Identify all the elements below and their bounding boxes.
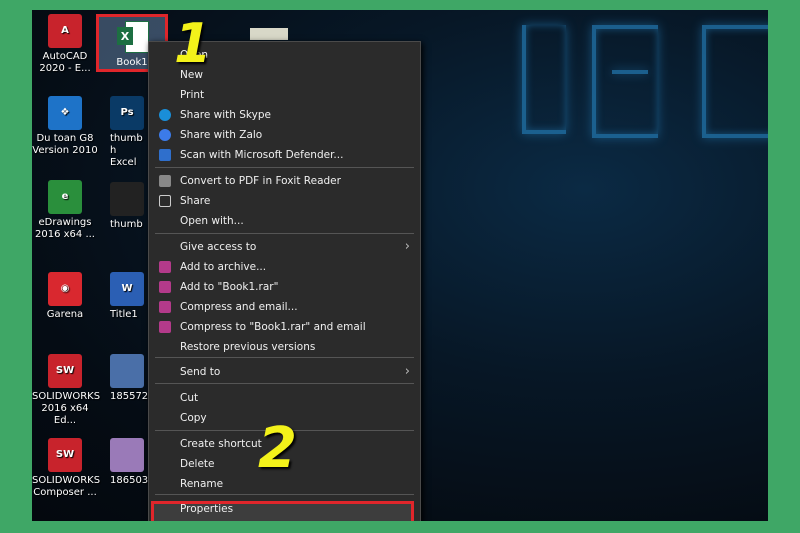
desktop-icon[interactable]: SW SOLIDWORKS 2016 x64 Ed... xyxy=(32,354,101,427)
menu-item-share-with-zalo[interactable]: Share with Zalo xyxy=(149,125,420,145)
menu-separator xyxy=(155,494,414,495)
desktop-icon[interactable]: Ps thumb h Excel xyxy=(100,96,148,169)
desktop-icon[interactable]: thumb xyxy=(100,182,148,231)
menu-item-label: Restore previous versions xyxy=(180,341,316,353)
menu-item-label: Compress and email... xyxy=(180,301,298,313)
image-185-icon xyxy=(110,354,144,388)
foxit-icon xyxy=(159,175,171,187)
chevron-right-icon: › xyxy=(404,239,410,254)
du-toan-icon: ❖ xyxy=(48,96,82,130)
desktop-icon[interactable]: ❖ Du toan G8 Version 2010 xyxy=(32,96,98,157)
skype-icon xyxy=(159,109,171,121)
menu-item-label: Open with... xyxy=(180,215,244,227)
desktop-icon[interactable]: 18650329 xyxy=(100,438,148,487)
desktop-icon-label: SOLIDWORKS 2016 x64 Ed... xyxy=(32,391,101,426)
menu-item-label: Share with Skype xyxy=(180,109,271,121)
menu-item-label: Properties xyxy=(180,503,234,515)
menu-item-share-with-skype[interactable]: Share with Skype xyxy=(149,105,420,125)
autocad-icon: A xyxy=(48,14,82,48)
menu-item-label: Create shortcut xyxy=(180,438,262,450)
desktop-icon[interactable]: SW SOLIDWORKS Composer ... xyxy=(32,438,101,499)
menu-item-compress-and-email[interactable]: Compress and email... xyxy=(149,297,420,317)
solidworks-icon: SW xyxy=(48,354,82,388)
menu-separator xyxy=(155,357,414,358)
desktop-icon-label: SOLIDWORKS Composer ... xyxy=(32,475,101,498)
menu-item-scan-with-microsoft-defender[interactable]: Scan with Microsoft Defender... xyxy=(149,145,420,165)
desktop-icon[interactable]: 18557204 xyxy=(100,354,148,403)
menu-item-properties[interactable]: Properties xyxy=(149,499,420,519)
thumb-icon xyxy=(110,182,144,216)
menu-item-label: Print xyxy=(180,89,205,101)
desktop-icon-label: Du toan G8 Version 2010 xyxy=(32,133,98,156)
menu-item-label: Scan with Microsoft Defender... xyxy=(180,149,344,161)
desktop[interactable]: A AutoCAD 2020 - E... ❖ Du toan G8 Version … xyxy=(32,10,768,521)
desktop-icon[interactable]: e eDrawings 2016 x64 ... xyxy=(32,180,98,241)
desktop-icon-label: thumb h Excel xyxy=(110,133,143,168)
menu-separator xyxy=(155,233,414,234)
title1-icon: W xyxy=(110,272,144,306)
desktop-icon[interactable]: ◉ Garena xyxy=(32,272,98,321)
menu-item-open-with[interactable]: Open with... xyxy=(149,211,420,231)
desktop-icon-label: Garena xyxy=(46,309,84,320)
menu-item-give-access-to[interactable]: Give access to › xyxy=(149,237,420,257)
menu-item-cut[interactable]: Cut xyxy=(149,388,420,408)
menu-item-label: Rename xyxy=(180,478,224,490)
menu-item-label: Convert to PDF in Foxit Reader xyxy=(180,175,341,187)
winrar-icon xyxy=(159,321,171,333)
desktop-icon[interactable]: W Title1 xyxy=(100,272,148,321)
edrawings-icon: e xyxy=(48,180,82,214)
menu-item-share[interactable]: Share xyxy=(149,191,420,211)
desktop-icon-label: Title1 xyxy=(110,309,138,320)
menu-item-add-to-book1-rar[interactable]: Add to "Book1.rar" xyxy=(149,277,420,297)
winrar-icon xyxy=(159,281,171,293)
desktop-icon[interactable]: A AutoCAD 2020 - E... xyxy=(32,14,98,75)
menu-item-label: Cut xyxy=(180,392,199,404)
menu-item-print[interactable]: Print xyxy=(149,85,420,105)
solidworks-composer-icon: SW xyxy=(48,438,82,472)
menu-item-label: Compress to "Book1.rar" and email xyxy=(180,321,366,333)
desktop-icon-label: eDrawings 2016 x64 ... xyxy=(35,217,95,240)
step-callout-2: 2 xyxy=(258,416,297,481)
menu-item-compress-to-book1-rar-and-email[interactable]: Compress to "Book1.rar" and email xyxy=(149,317,420,337)
step-callout-1: 1 xyxy=(174,12,212,75)
zalo-icon xyxy=(159,129,171,141)
menu-item-label: Share with Zalo xyxy=(180,129,263,141)
defender-shield-icon xyxy=(159,149,171,161)
menu-separator xyxy=(155,383,414,384)
thumb-excel-icon: Ps xyxy=(110,96,144,130)
desktop-icon-label: 18650329 xyxy=(110,475,148,486)
garena-icon: ◉ xyxy=(48,272,82,306)
menu-item-label: Copy xyxy=(180,412,207,424)
winrar-icon xyxy=(159,261,171,273)
excel-file-icon: X xyxy=(117,21,149,55)
menu-item-label: Share xyxy=(180,195,211,207)
desktop-icon-label: AutoCAD 2020 - E... xyxy=(39,51,91,74)
winrar-icon xyxy=(159,301,171,313)
menu-item-convert-to-pdf-in-foxit-reader[interactable]: Convert to PDF in Foxit Reader xyxy=(149,171,420,191)
chevron-right-icon: › xyxy=(404,364,410,379)
hidden-file-icon[interactable] xyxy=(250,28,288,40)
share-icon xyxy=(159,195,171,207)
menu-item-label: Give access to xyxy=(180,241,257,253)
menu-item-label: Add to archive... xyxy=(180,261,267,273)
menu-item-add-to-archive[interactable]: Add to archive... xyxy=(149,257,420,277)
menu-item-restore-previous-versions[interactable]: Restore previous versions xyxy=(149,337,420,357)
desktop-icon-label: thumb xyxy=(110,219,143,230)
menu-item-label: Add to "Book1.rar" xyxy=(180,281,279,293)
menu-item-label: Delete xyxy=(180,458,215,470)
menu-item-label: Send to xyxy=(180,366,221,378)
menu-item-send-to[interactable]: Send to › xyxy=(149,362,420,382)
desktop-icon-label: 18557204 xyxy=(110,391,148,402)
menu-separator xyxy=(155,167,414,168)
image-186-icon xyxy=(110,438,144,472)
